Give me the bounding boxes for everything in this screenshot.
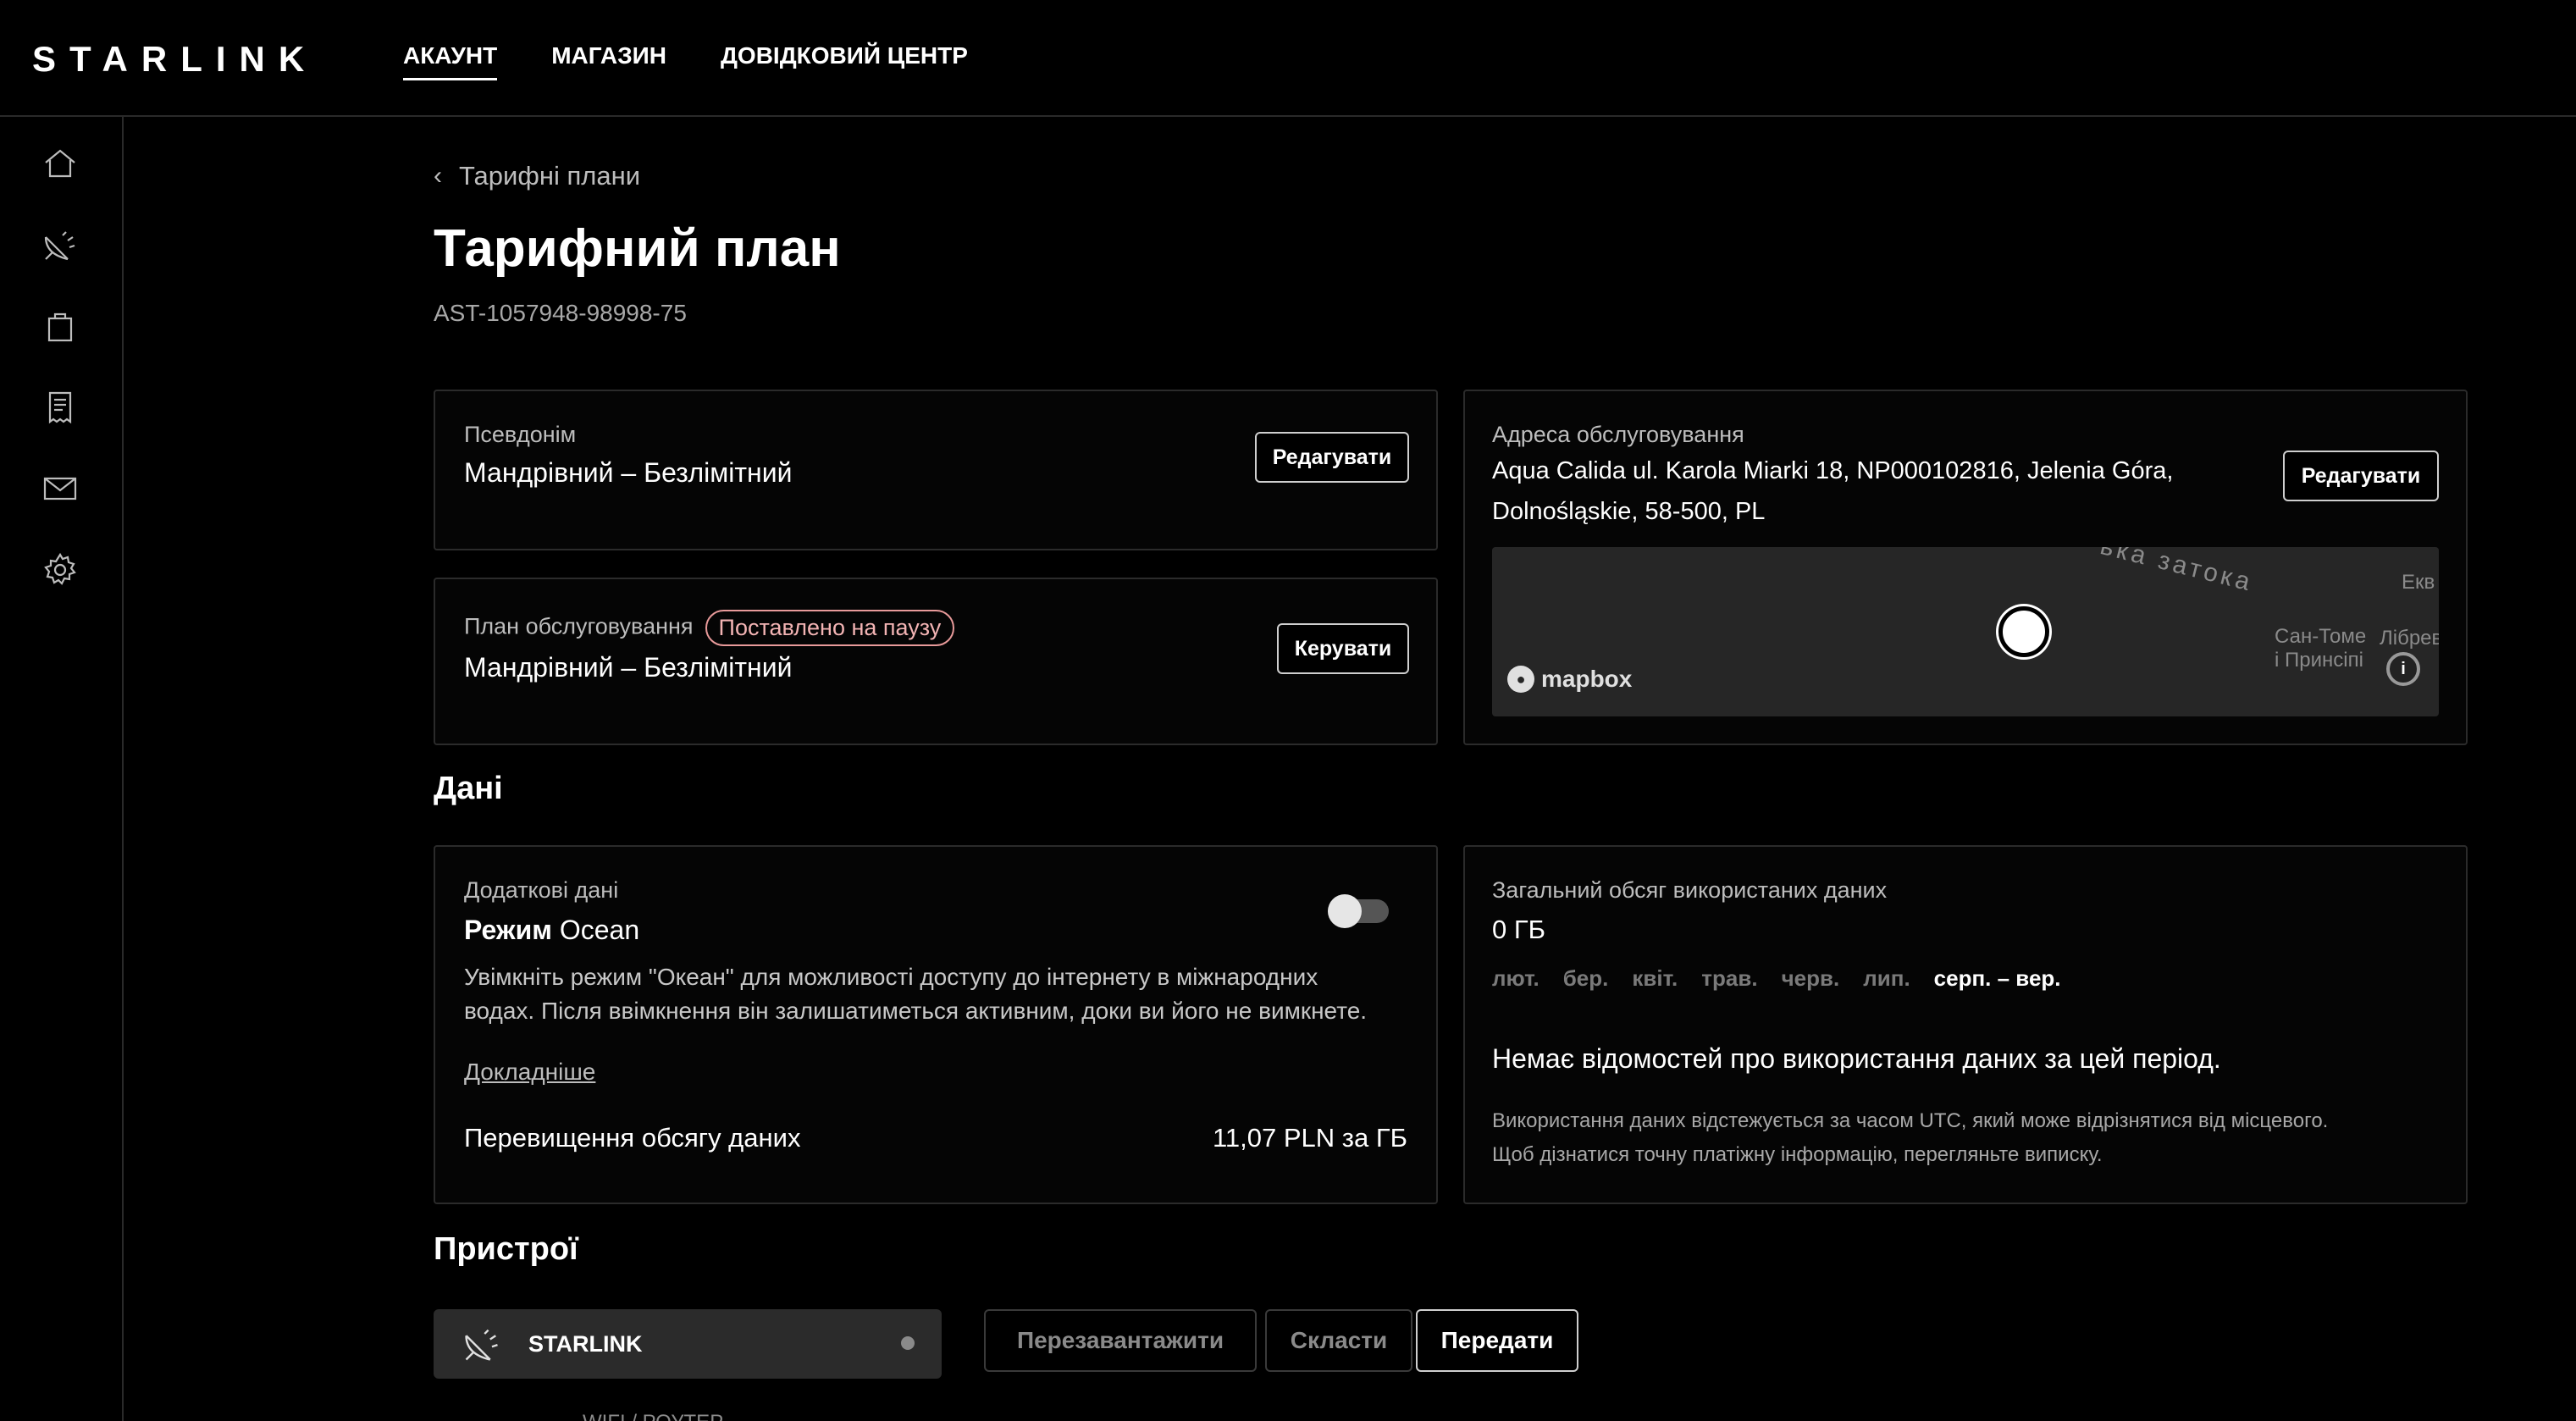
month-tab[interactable]: квіт. (1632, 965, 1678, 992)
service-plan-label-row: План обслуговування Поставлено на паузу (464, 610, 955, 646)
mail-icon[interactable] (39, 467, 81, 510)
restart-button[interactable]: Перезавантажити (984, 1309, 1257, 1372)
map-label-gulf: ька затока (2097, 547, 2257, 597)
service-map[interactable]: ька затока Екв Сан-Томе і Принсіпі Лібре… (1492, 547, 2439, 716)
receipt-icon[interactable] (39, 386, 81, 429)
service-address-card: Адреса обслуговування Aqua Calida ul. Ka… (1463, 390, 2468, 745)
ocean-mode-title: Режим Ocean (464, 915, 639, 946)
address-line-1: Aqua Calida ul. Karola Miarki 18, NP0001… (1492, 457, 2174, 484)
page-title: Тарифний план (434, 219, 841, 278)
service-plan-value: Мандрівний – Безлімітний (464, 652, 793, 683)
starlink-logo[interactable]: STARLINK (32, 39, 318, 80)
usage-note-2: Щоб дізнатися точну платіжну інформацію,… (1492, 1143, 2103, 1166)
address-line-2: Dolnośląskie, 58-500, PL (1492, 498, 1766, 525)
map-label-1: Екв (2402, 571, 2435, 594)
ocean-mode-toggle[interactable] (1328, 894, 1389, 928)
month-tab-active[interactable]: серп. – вер. (1934, 965, 2061, 992)
map-info-icon[interactable]: i (2386, 652, 2420, 686)
nickname-label: Псевдонім (464, 422, 577, 447)
edit-address-button[interactable]: Редагувати (2283, 451, 2439, 501)
usage-label: Загальний обсяг використаних даних (1492, 877, 1888, 903)
mapbox-label: mapbox (1541, 666, 1633, 692)
status-badge: Поставлено на паузу (705, 610, 955, 646)
mapbox-attribution[interactable]: ● mapbox (1507, 666, 1632, 693)
nickname-card: Псевдонім Мандрівний – Безлімітний Редаг… (434, 390, 1438, 550)
extra-data-card: Додаткові дані Режим Ocean Увімкніть реж… (434, 845, 1438, 1204)
breadcrumb[interactable]: ‹ Тарифні плани (434, 161, 640, 191)
ocean-mode-desc-1: Увімкніть режим "Океан" для можливості д… (464, 964, 1318, 990)
ocean-mode-prefix: Режим (464, 915, 552, 945)
ocean-mode-desc-2: водах. Після ввімкнення він залишатиметь… (464, 998, 1368, 1024)
month-tab[interactable]: лют. (1492, 965, 1540, 992)
main-content: ‹ Тарифні плани Тарифний план AST-105794… (434, 117, 2468, 1421)
plan-id: AST-1057948-98998-75 (434, 300, 687, 326)
edit-nickname-button[interactable]: Редагувати (1255, 432, 1409, 483)
main-nav: АКАУНТ МАГАЗИН ДОВІДКОВИЙ ЦЕНТР (403, 42, 968, 80)
month-tab[interactable]: черв. (1782, 965, 1840, 992)
usage-value: 0 ГБ (1492, 915, 1545, 944)
breadcrumb-label: Тарифні плани (459, 161, 641, 191)
device-status-dot (901, 1336, 915, 1350)
nav-account[interactable]: АКАУНТ (403, 42, 498, 80)
devices-section-title: Пристрої (434, 1231, 578, 1267)
transfer-button[interactable]: Передати (1416, 1309, 1578, 1372)
learn-more-link[interactable]: Докладніше (464, 1059, 595, 1086)
mapbox-logo-icon: ● (1507, 666, 1534, 693)
map-pin-icon (1998, 606, 2049, 657)
month-tab[interactable]: трав. (1701, 965, 1757, 992)
dish-icon[interactable] (39, 224, 81, 266)
toggle-knob (1328, 894, 1362, 928)
device-item-router[interactable]: WIFI / РОУТЕР (583, 1411, 723, 1421)
map-label-4: Лібрев (2380, 627, 2439, 650)
usage-note-1: Використання даних відстежується за часо… (1492, 1109, 2329, 1132)
shopping-bag-icon[interactable] (39, 305, 81, 347)
address-label: Адреса обслуговування (1492, 422, 1744, 447)
ocean-mode-name: Ocean (559, 915, 640, 945)
manage-plan-button[interactable]: Керувати (1277, 623, 1409, 674)
nav-help-center[interactable]: ДОВІДКОВИЙ ЦЕНТР (721, 42, 968, 80)
month-tab[interactable]: лип. (1863, 965, 1910, 992)
top-bar: STARLINK АКАУНТ МАГАЗИН ДОВІДКОВИЙ ЦЕНТР (0, 0, 2576, 117)
home-icon[interactable] (39, 142, 81, 185)
month-selector: лют. бер. квіт. трав. черв. лип. серп. –… (1492, 965, 2061, 992)
dish-icon (461, 1323, 503, 1365)
service-plan-card: План обслуговування Поставлено на паузу М… (434, 578, 1438, 745)
nickname-value: Мандрівний – Безлімітний (464, 457, 793, 488)
device-item-starlink[interactable]: STARLINK (434, 1309, 942, 1379)
gear-icon[interactable] (39, 549, 81, 591)
data-section-title: Дані (434, 771, 503, 806)
stow-button[interactable]: Скласти (1265, 1309, 1412, 1372)
map-label-2: Сан-Томе (2275, 625, 2367, 648)
sidebar (0, 117, 124, 1421)
map-label-3: і Принсіпі (2275, 649, 2363, 672)
extra-data-label: Додаткові дані (464, 877, 619, 903)
data-usage-card: Загальний обсяг використаних даних 0 ГБ … (1463, 845, 2468, 1204)
no-usage-message: Немає відомостей про використання даних … (1492, 1043, 2221, 1074)
month-tab[interactable]: бер. (1563, 965, 1609, 992)
nav-shop[interactable]: МАГАЗИН (551, 42, 666, 80)
overage-label: Перевищення обсягу даних (464, 1123, 801, 1153)
device-name: STARLINK (528, 1331, 643, 1357)
service-plan-label: План обслуговування (464, 613, 694, 639)
overage-value: 11,07 PLN за ГБ (1212, 1123, 1407, 1153)
chevron-left-icon: ‹ (434, 162, 442, 190)
